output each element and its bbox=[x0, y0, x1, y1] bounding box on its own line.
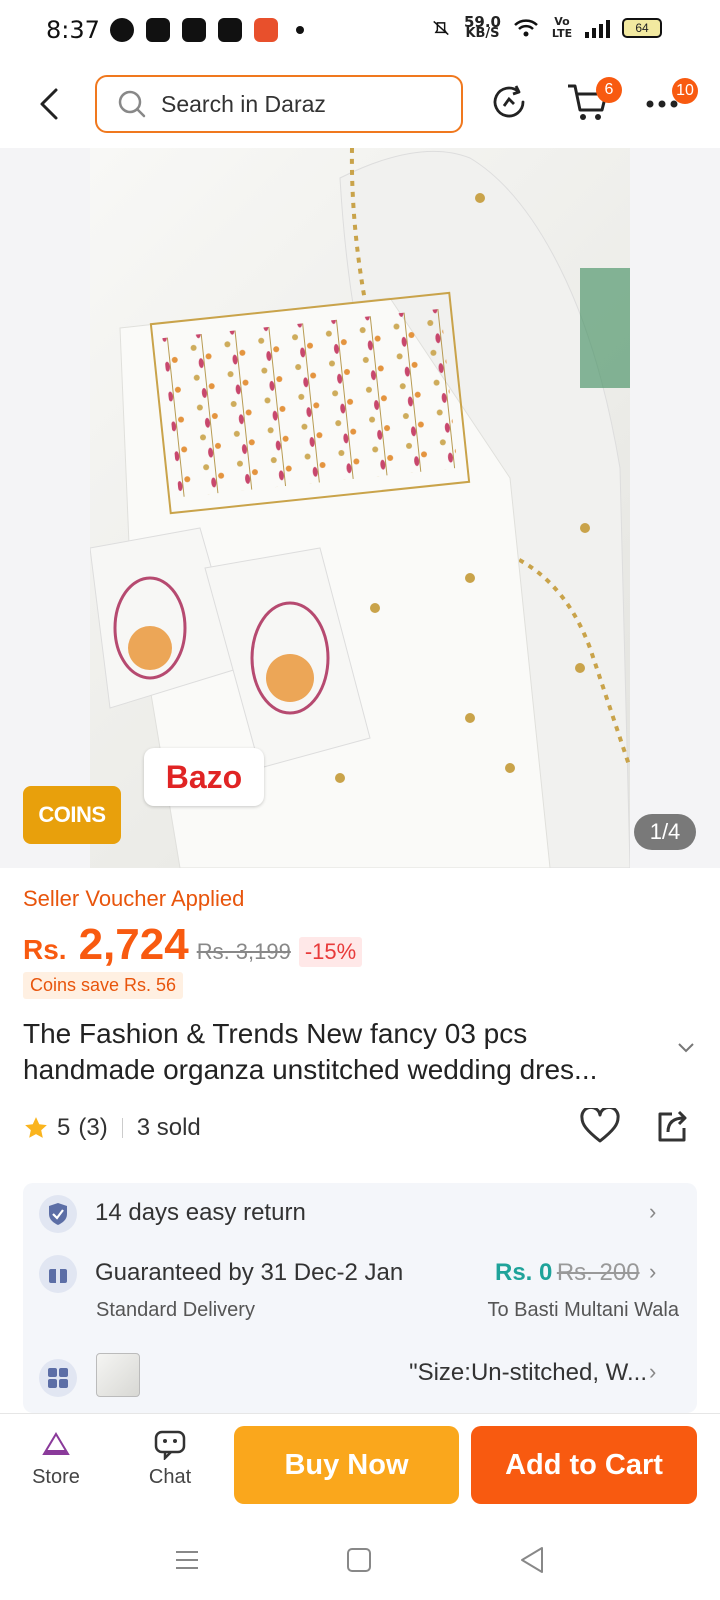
status-bar: 8:37 59.0 KB/S Vo LTE 64 bbox=[0, 0, 720, 62]
shield-check-icon bbox=[39, 1195, 77, 1233]
chevron-right-icon: › bbox=[649, 1259, 657, 1284]
mute-icon bbox=[433, 20, 449, 36]
wifi-icon bbox=[514, 19, 538, 37]
delivery-box-icon bbox=[39, 1255, 77, 1293]
chat-label: Chat bbox=[148, 1466, 192, 1488]
instagram-icon bbox=[182, 18, 206, 42]
brand-watermark: Bazo bbox=[144, 748, 264, 806]
store-logo-icon bbox=[42, 1432, 70, 1455]
back-arrow-icon[interactable] bbox=[30, 84, 70, 124]
variants-grid-icon bbox=[39, 1359, 77, 1397]
variant-row[interactable]: "Size:Un-stitched, W... › bbox=[23, 1345, 697, 1413]
coins-save-badge: Coins save Rs. 56 bbox=[23, 972, 184, 999]
share-icon[interactable] bbox=[654, 1108, 690, 1144]
chevron-right-icon: › bbox=[649, 1359, 657, 1384]
original-price: Rs. 3,199 bbox=[196, 939, 291, 964]
menu-lines-icon[interactable] bbox=[174, 1547, 200, 1573]
variant-thumbnail[interactable] bbox=[96, 1353, 140, 1397]
volte-icon: Vo LTE bbox=[551, 15, 573, 40]
delivery-fee-original: Rs. 200 bbox=[556, 1259, 640, 1286]
snapchat-icon bbox=[146, 18, 170, 42]
discount-badge: -15% bbox=[298, 937, 363, 967]
price-row: Rs. 2,724 Rs. 3,199 -15% bbox=[23, 920, 363, 970]
bottom-action-bar: Store Chat Buy Now Add to Cart bbox=[0, 1413, 720, 1525]
service-card: 14 days easy return › Guaranteed by 31 D… bbox=[23, 1183, 697, 1413]
system-navigation-bar bbox=[0, 1525, 720, 1600]
product-title[interactable]: The Fashion & Trends New fancy 03 pcs ha… bbox=[23, 1016, 663, 1088]
search-icon bbox=[118, 90, 146, 118]
product-gallery[interactable] bbox=[0, 148, 720, 868]
home-square-icon[interactable] bbox=[346, 1547, 372, 1573]
delivery-row[interactable]: Guaranteed by 31 Dec-2 Jan Rs. 0 Rs. 200… bbox=[23, 1245, 697, 1335]
buy-now-button[interactable]: Buy Now bbox=[234, 1426, 459, 1504]
chevron-right-icon: › bbox=[649, 1199, 657, 1224]
wishlist-heart-icon[interactable] bbox=[580, 1108, 620, 1144]
seller-voucher-label: Seller Voucher Applied bbox=[23, 886, 245, 911]
back-triangle-icon[interactable] bbox=[518, 1545, 546, 1575]
top-header: Search in Daraz 6 10 bbox=[0, 70, 720, 142]
chat-button[interactable]: Chat bbox=[130, 1428, 210, 1489]
delivery-type-text: Standard Delivery bbox=[96, 1299, 255, 1321]
recent-history-icon[interactable] bbox=[490, 82, 528, 122]
rating-count: (3) bbox=[78, 1114, 108, 1141]
cart-button[interactable]: 6 bbox=[566, 77, 622, 129]
search-bar[interactable]: Search in Daraz bbox=[95, 75, 463, 133]
youtube-icon bbox=[218, 18, 242, 42]
daraz-icon bbox=[254, 18, 278, 42]
currency-label: Rs. bbox=[23, 934, 67, 965]
chat-bot-icon bbox=[154, 1430, 186, 1460]
search-placeholder: Search in Daraz bbox=[161, 90, 326, 117]
more-notifications-dot bbox=[296, 26, 304, 34]
delivery-fee: Rs. 0 Rs. 200 bbox=[495, 1259, 640, 1287]
add-to-cart-button[interactable]: Add to Cart bbox=[471, 1426, 697, 1504]
star-icon bbox=[25, 1117, 47, 1138]
network-speed: 59.0 KB/S bbox=[463, 13, 501, 41]
more-menu-button[interactable]: 10 bbox=[644, 78, 698, 115]
expand-title-chevron-icon[interactable] bbox=[676, 1040, 696, 1054]
rating-value: 5 bbox=[57, 1114, 71, 1141]
delivery-guarantee-text: Guaranteed by 31 Dec-2 Jan bbox=[95, 1259, 404, 1286]
return-policy-row[interactable]: 14 days easy return › bbox=[23, 1183, 697, 1245]
image-pager: 1/4 bbox=[634, 814, 696, 850]
system-icons: 59.0 KB/S Vo LTE 64 bbox=[430, 13, 662, 41]
notification-icons bbox=[110, 18, 304, 42]
whatsapp-icon bbox=[110, 18, 134, 42]
sold-count: 3 sold bbox=[136, 1114, 201, 1141]
signal-icon bbox=[585, 18, 610, 38]
store-label: Store bbox=[32, 1466, 80, 1488]
battery-icon: 64 bbox=[622, 18, 662, 38]
store-button[interactable]: Store bbox=[16, 1430, 96, 1489]
return-policy-text: 14 days easy return bbox=[95, 1199, 306, 1226]
delivery-fee-current: Rs. 0 bbox=[495, 1259, 553, 1286]
coins-tag: COINS bbox=[23, 786, 121, 844]
variant-text: "Size:Un-stitched, W... bbox=[409, 1359, 647, 1386]
more-count-badge: 10 bbox=[672, 78, 698, 104]
cart-count-badge: 6 bbox=[596, 77, 622, 103]
clock: 8:37 bbox=[46, 16, 100, 44]
current-price: 2,724 bbox=[78, 920, 189, 969]
divider bbox=[121, 1118, 123, 1138]
rating-row[interactable]: 5 (3) 3 sold bbox=[23, 1114, 201, 1142]
delivery-location-text: To Basti Multani Wala bbox=[487, 1299, 679, 1321]
